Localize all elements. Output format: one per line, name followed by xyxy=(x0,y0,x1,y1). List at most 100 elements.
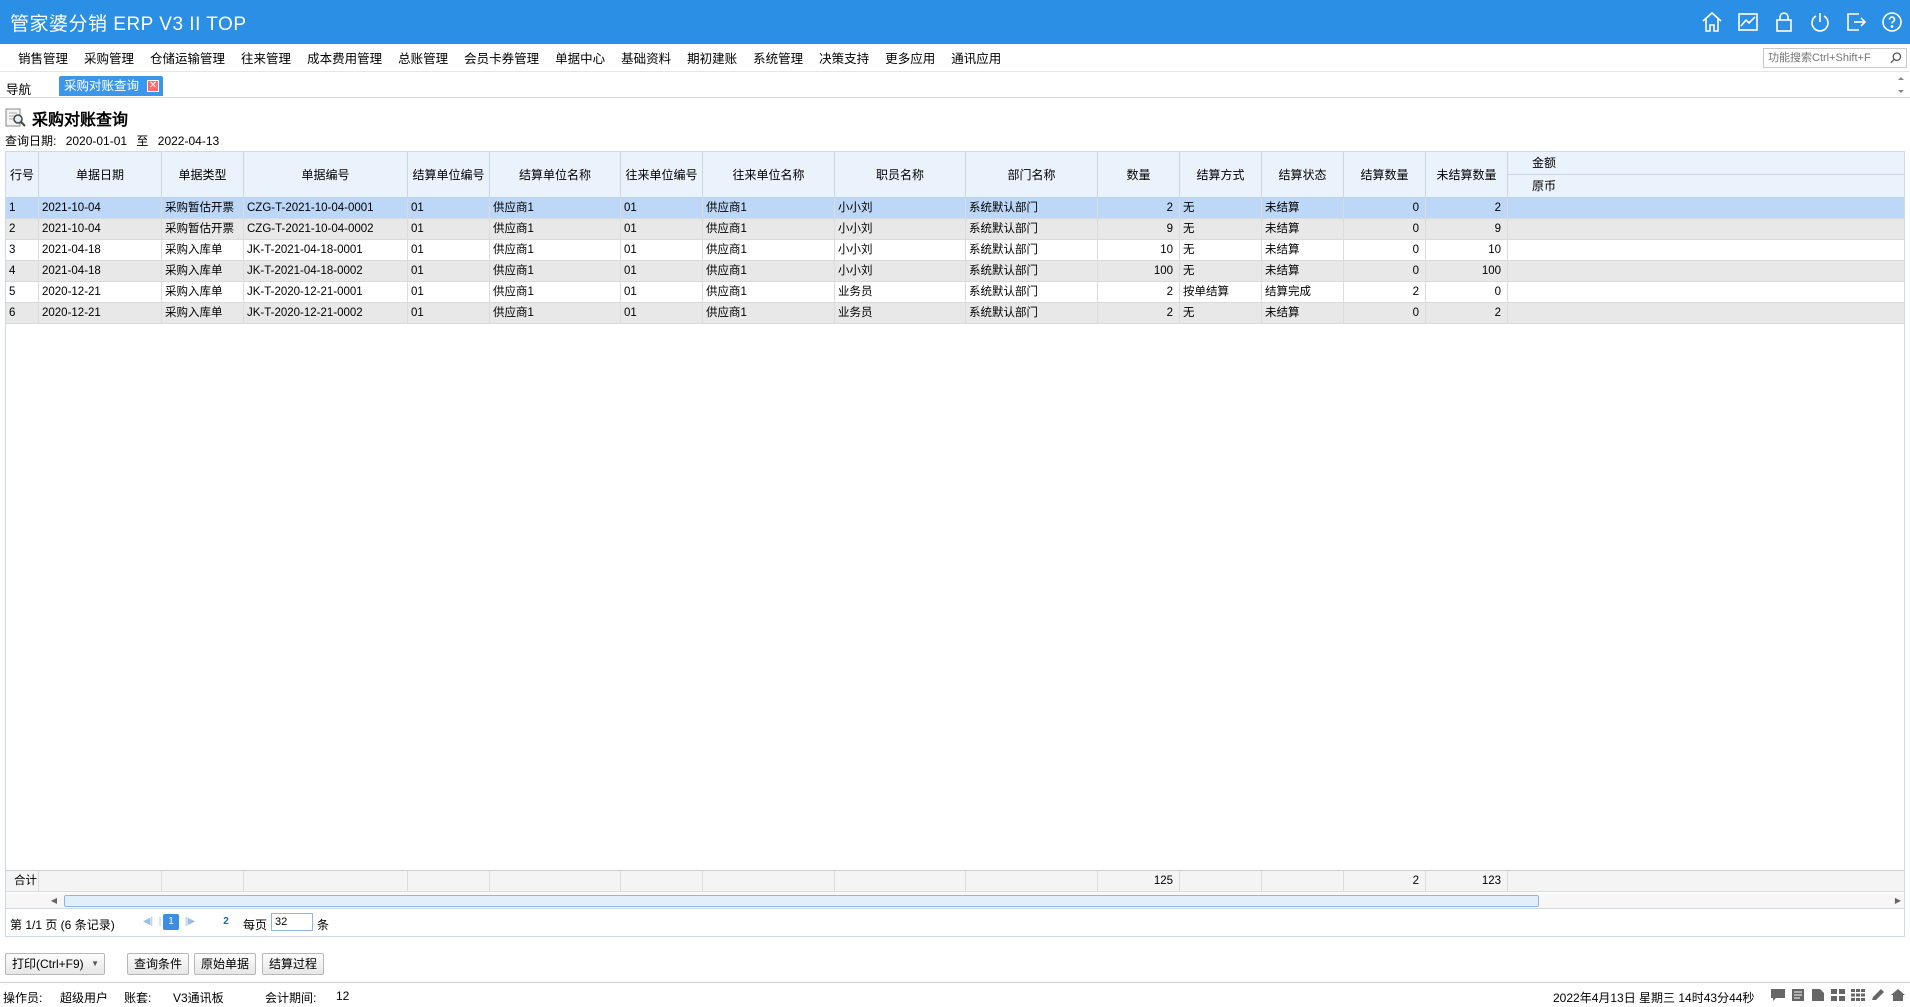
header-settle-status[interactable]: 结算状态 xyxy=(1262,152,1344,198)
pager: 第 1/1 页 (6 条记录) ◀| | 1 |▶ 2 每页 条 xyxy=(5,909,1905,937)
header-doc-number[interactable]: 单据编号 xyxy=(244,152,408,198)
current-page[interactable]: 1 xyxy=(163,914,179,930)
app-title: 管家婆分销 ERP V3 II TOP xyxy=(10,14,247,35)
header-unsettled-qty[interactable]: 未结算数量 xyxy=(1426,152,1508,198)
menu-item-10[interactable]: 期初建账 xyxy=(679,50,745,68)
cell-doc-type: 采购入库单 xyxy=(162,282,244,302)
cell-doc-type: 采购暂估开票 xyxy=(162,219,244,239)
table-row[interactable]: 1 2021-10-04 采购暂估开票 CZG-T-2021-10-04-0001 01… xyxy=(6,198,1904,219)
menu-item-1[interactable]: 销售管理 xyxy=(10,50,76,68)
lock-icon[interactable] xyxy=(1772,10,1796,34)
cell-settled-qty: 0 xyxy=(1344,219,1426,239)
menu-item-11[interactable]: 系统管理 xyxy=(745,50,811,68)
message-icon[interactable] xyxy=(1770,988,1786,1002)
header-staff-name[interactable]: 职员名称 xyxy=(835,152,966,198)
cell-settle-status: 未结算 xyxy=(1262,303,1344,323)
total-cell xyxy=(244,871,408,892)
header-amount[interactable]: 金额 xyxy=(1508,152,1904,175)
cell-partner-name: 供应商1 xyxy=(703,282,835,302)
menu-item-9[interactable]: 基础资料 xyxy=(613,50,679,68)
total-quantity: 125 xyxy=(1098,871,1180,892)
header-settle-unit-name[interactable]: 结算单位名称 xyxy=(490,152,621,198)
next-page-icon[interactable]: |▶ xyxy=(182,914,198,930)
menu-item-4[interactable]: 往来管理 xyxy=(233,50,299,68)
tab-close-icon[interactable]: ✕ xyxy=(147,80,160,92)
header-settled-qty[interactable]: 结算数量 xyxy=(1344,152,1426,198)
document-icon[interactable] xyxy=(1810,988,1826,1002)
menu-item-7[interactable]: 会员卡券管理 xyxy=(456,50,547,68)
per-page-input[interactable] xyxy=(271,913,313,931)
tab-strip: 导航 采购对账查询 ✕ xyxy=(0,72,1910,98)
table-row[interactable]: 5 2020-12-21 采购入库单 JK-T-2020-12-21-0001 01 供应… xyxy=(6,282,1904,303)
chart-icon[interactable] xyxy=(1736,10,1760,34)
header-row-no[interactable]: 行号 xyxy=(6,152,39,198)
settlement-process-button[interactable]: 结算过程 xyxy=(262,953,325,975)
table-row[interactable]: 3 2021-04-18 采购入库单 JK-T-2021-04-18-0001 01 供应… xyxy=(6,240,1904,261)
header-dept-name[interactable]: 部门名称 xyxy=(966,152,1098,198)
cell-amount xyxy=(1508,198,1904,218)
home-icon[interactable] xyxy=(1700,10,1724,34)
print-button[interactable]: 打印(Ctrl+F9) ▼ xyxy=(5,953,105,975)
cell-quantity: 100 xyxy=(1098,261,1180,281)
power-icon[interactable] xyxy=(1808,10,1832,34)
cell-doc-type: 采购暂估开票 xyxy=(162,198,244,218)
title-icons xyxy=(1700,10,1904,34)
menu-item-5[interactable]: 成本费用管理 xyxy=(299,50,390,68)
cell-partner-code: 01 xyxy=(621,219,703,239)
exit-icon[interactable] xyxy=(1844,10,1868,34)
cell-staff-name: 小小刘 xyxy=(835,240,966,260)
table-row[interactable]: 6 2020-12-21 采购入库单 JK-T-2020-12-21-0002 01 供应… xyxy=(6,303,1904,324)
account-value: V3通讯板 xyxy=(173,991,224,1005)
cell-doc-date: 2021-10-04 xyxy=(39,219,162,239)
header-doc-date[interactable]: 单据日期 xyxy=(39,152,162,198)
header-partner-code[interactable]: 往来单位编号 xyxy=(621,152,703,198)
cell-settle-method: 无 xyxy=(1180,198,1262,218)
cell-settle-unit-name: 供应商1 xyxy=(490,240,621,260)
per-page-unit: 条 xyxy=(317,918,330,932)
total-cell xyxy=(621,871,703,892)
menu-item-14[interactable]: 通讯应用 xyxy=(943,50,1009,68)
notepad-icon[interactable] xyxy=(1790,988,1806,1002)
header-settle-unit-code[interactable]: 结算单位编号 xyxy=(408,152,490,198)
menu-item-12[interactable]: 决策支持 xyxy=(811,50,877,68)
menu-item-6[interactable]: 总账管理 xyxy=(390,50,456,68)
header-quantity[interactable]: 数量 xyxy=(1098,152,1180,198)
query-conditions-button[interactable]: 查询条件 xyxy=(127,953,190,975)
cell-staff-name: 小小刘 xyxy=(835,198,966,218)
menu-item-13[interactable]: 更多应用 xyxy=(877,50,943,68)
datetime: 2022年4月13日 星期三 14时43分44秒 xyxy=(1553,991,1755,1005)
home-status-icon[interactable] xyxy=(1890,988,1906,1002)
header-partner-name[interactable]: 往来单位名称 xyxy=(703,152,835,198)
scroll-left-icon[interactable]: ◀ xyxy=(48,895,60,907)
menu-item-2[interactable]: 采购管理 xyxy=(76,50,142,68)
grid-view-icon[interactable] xyxy=(1830,988,1846,1002)
cell-quantity: 2 xyxy=(1098,198,1180,218)
original-document-button[interactable]: 原始单据 xyxy=(194,953,257,975)
tab-navigation[interactable]: 导航 xyxy=(6,79,31,98)
cell-row-no: 4 xyxy=(6,261,39,281)
cell-settle-status: 未结算 xyxy=(1262,240,1344,260)
header-amount-original-currency[interactable]: 原币 xyxy=(1508,175,1904,198)
apps-icon[interactable] xyxy=(1850,988,1866,1002)
cell-settle-method: 无 xyxy=(1180,240,1262,260)
edit-icon[interactable] xyxy=(1870,988,1886,1002)
table-row[interactable]: 4 2021-04-18 采购入库单 JK-T-2021-04-18-0002 01 供应… xyxy=(6,261,1904,282)
help-icon[interactable] xyxy=(1880,10,1904,34)
header-settle-method[interactable]: 结算方式 xyxy=(1180,152,1262,198)
function-search-input[interactable] xyxy=(1764,49,1882,67)
function-search[interactable] xyxy=(1763,48,1907,68)
scrollbar-thumb[interactable] xyxy=(64,895,1539,907)
scroll-right-icon[interactable]: ▶ xyxy=(1892,895,1904,907)
last-page-link[interactable]: 2 xyxy=(218,914,234,930)
cell-unsettled-qty: 2 xyxy=(1426,198,1508,218)
tab-scroll-icon[interactable] xyxy=(1896,74,1906,96)
tab-purchase-reconciliation[interactable]: 采购对账查询 ✕ xyxy=(59,76,164,96)
horizontal-scrollbar[interactable]: ◀ ▶ xyxy=(6,893,1904,908)
menu-item-3[interactable]: 仓储运输管理 xyxy=(142,50,233,68)
menu-item-8[interactable]: 单据中心 xyxy=(547,50,613,68)
search-icon[interactable] xyxy=(1889,51,1903,65)
dropdown-icon[interactable]: ▼ xyxy=(91,954,99,974)
table-row[interactable]: 2 2021-10-04 采购暂估开票 CZG-T-2021-10-04-0002 01… xyxy=(6,219,1904,240)
cell-partner-name: 供应商1 xyxy=(703,303,835,323)
header-doc-type[interactable]: 单据类型 xyxy=(162,152,244,198)
